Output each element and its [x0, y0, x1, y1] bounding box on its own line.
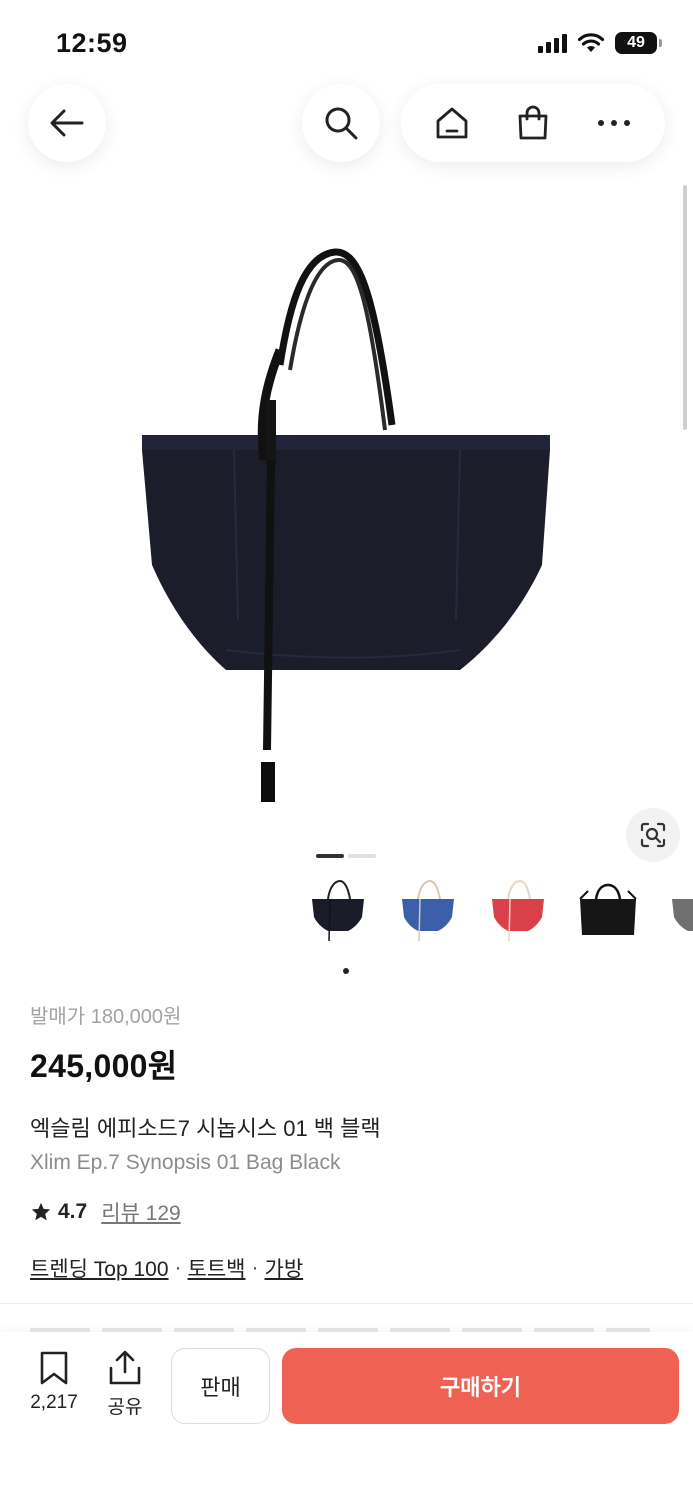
tag-separator: · — [251, 1256, 259, 1279]
tag-bag[interactable]: 가방 — [265, 1253, 304, 1283]
cart-button[interactable] — [503, 93, 563, 153]
bag-thumbnail — [402, 879, 454, 942]
category-tags: 트렌딩 Top 100 · 토트백 · 가방 — [30, 1253, 670, 1283]
product-info: 발매가 180,000원 245,000원 엑슬림 에피소드7 시놉시스 01 … — [30, 1000, 670, 1283]
rating-row: 4.7 리뷰 129 — [30, 1197, 670, 1227]
more-button[interactable] — [584, 93, 644, 153]
image-search-button[interactable] — [626, 808, 680, 862]
color-option-thumbnail[interactable] — [394, 872, 462, 952]
color-option-thumbnail[interactable] — [574, 872, 642, 952]
rating-score: 4.7 — [58, 1200, 88, 1223]
shopping-bag-icon — [518, 105, 548, 140]
bag-thumbnail — [672, 899, 693, 931]
search-button[interactable] — [302, 84, 380, 162]
tag-trending[interactable]: 트렌딩 Top 100 — [30, 1253, 169, 1283]
wifi-icon — [577, 33, 605, 52]
arrow-left-icon — [50, 109, 84, 137]
status-time: 12:59 — [56, 28, 128, 58]
signal-icon — [538, 33, 567, 53]
bookmark-button[interactable]: 2,217 — [26, 1350, 82, 1414]
search-icon — [325, 107, 358, 140]
share-label: 공유 — [107, 1397, 143, 1418]
star-icon — [31, 1202, 51, 1221]
battery-indicator: 49 — [615, 32, 662, 54]
pager-indicator-active — [316, 854, 344, 858]
buy-button[interactable]: 구매하기 — [282, 1348, 679, 1424]
color-option-thumbnail[interactable] — [664, 872, 693, 952]
sell-button[interactable]: 판매 — [171, 1348, 270, 1424]
scrollbar[interactable] — [683, 185, 687, 430]
product-image[interactable] — [130, 240, 570, 810]
bookmark-count: 2,217 — [30, 1392, 78, 1413]
status-bar: 12:59 49 — [0, 0, 693, 80]
section-divider — [0, 1303, 693, 1304]
color-option-thumbnail[interactable] — [304, 872, 372, 952]
bottom-action-bar: 2,217 공유 판매 구매하기 — [0, 1332, 693, 1500]
top-action-group — [401, 84, 665, 162]
more-icon — [598, 120, 631, 126]
lens-search-icon — [640, 822, 666, 848]
product-name-korean: 엑슬림 에피소드7 시놉시스 01 백 블랙 — [30, 1116, 381, 1141]
back-button[interactable] — [28, 84, 106, 162]
home-icon — [436, 107, 468, 139]
release-price: 발매가 180,000원 — [30, 1006, 182, 1028]
reviews-link[interactable]: 리뷰 129 — [101, 1197, 181, 1227]
share-button[interactable]: 공유 — [100, 1350, 150, 1419]
bookmark-icon — [40, 1351, 68, 1385]
bag-thumbnail — [579, 883, 637, 935]
share-icon — [109, 1350, 141, 1385]
tag-separator: · — [174, 1256, 182, 1279]
color-options — [304, 872, 693, 952]
selected-color-indicator — [343, 968, 349, 974]
product-name-english: Xlim Ep.7 Synopsis 01 Bag Black — [30, 1151, 341, 1174]
current-price: 245,000원 — [30, 1048, 178, 1084]
color-option-thumbnail[interactable] — [484, 872, 552, 952]
status-icons: 49 — [538, 32, 662, 54]
home-button[interactable] — [422, 93, 482, 153]
bag-thumbnail — [492, 879, 544, 942]
bag-thumbnail — [312, 879, 364, 942]
image-pager — [316, 854, 376, 858]
pager-indicator — [348, 854, 376, 858]
tag-tote-bag[interactable]: 토트백 — [188, 1253, 246, 1283]
